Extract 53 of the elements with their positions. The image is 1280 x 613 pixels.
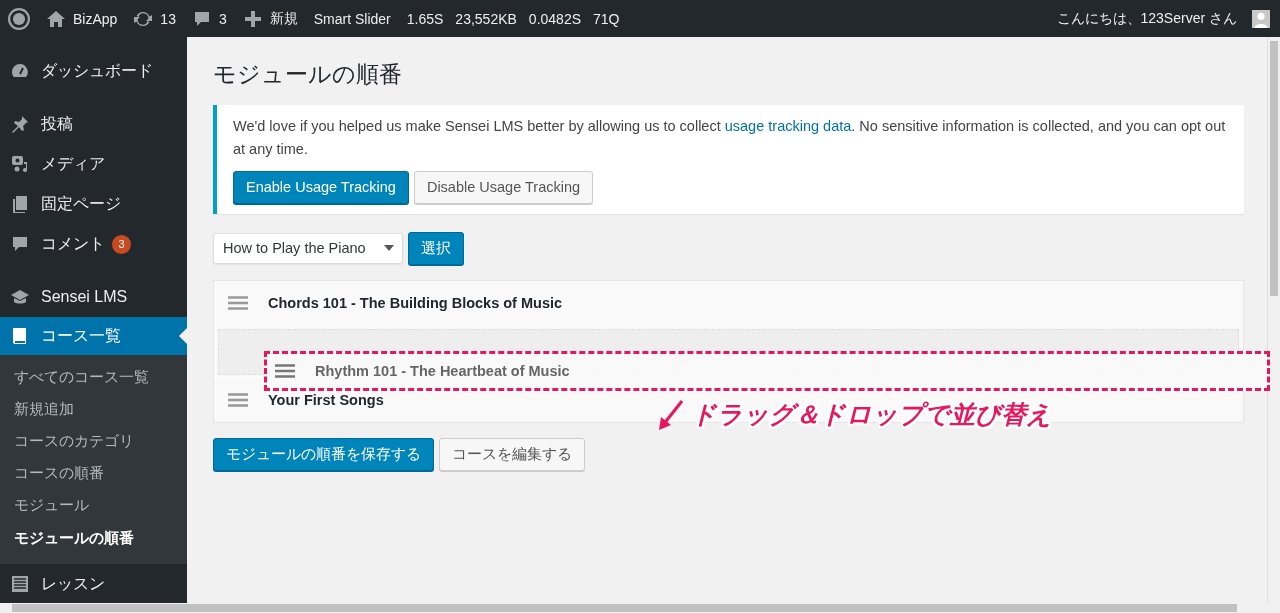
pin-icon (10, 114, 30, 134)
module-title: Chords 101 - The Building Blocks of Music (268, 294, 563, 311)
menu-item[interactable]: 新規 (242, 8, 298, 29)
arrow-icon (657, 398, 685, 431)
submenu-item[interactable]: コースのカテゴリ (0, 425, 187, 458)
plus-icon (242, 8, 263, 29)
wordpress-menu[interactable] (8, 7, 30, 30)
dragged-module-row[interactable]: Rhythm 101 - The Heartbeat of Music (264, 350, 1270, 391)
stat-text: 0.0482S (528, 10, 582, 27)
submenu-item[interactable]: モジュールの順番 (0, 521, 187, 555)
dropdown-arrow-icon (384, 245, 394, 251)
menu-item[interactable]: 固定ページ (0, 184, 187, 224)
speech-bubble-icon (10, 234, 30, 254)
drag-handle-icon[interactable] (228, 295, 248, 310)
select-button[interactable]: 選択 (408, 231, 464, 265)
menu-item[interactable]: Sensei LMS (0, 277, 187, 317)
module-title: Your First Songs (268, 391, 384, 408)
menu-item[interactable]: BizApp (46, 8, 118, 29)
menu-item[interactable]: 投稿 (0, 104, 187, 144)
module-title: Rhythm 101 - The Heartbeat of Music (315, 362, 570, 379)
list-icon (10, 574, 30, 595)
account-menu[interactable]: こんにちは、123Server さん (1056, 9, 1270, 28)
menu-item[interactable]: コメント 3 (0, 224, 187, 264)
menu-item[interactable]: 3 (191, 8, 227, 29)
stat-text: 1.65S (406, 10, 444, 27)
notice-text: We'd love if you helped us make Sensei LMS better by allowing us to collect usage tracking data. No sensitive information is collected, and you can opt out at any time. (233, 116, 1227, 159)
tracking-button[interactable]: Enable Usage Tracking (233, 170, 409, 204)
drag-handle-icon[interactable] (228, 392, 248, 407)
submenu-item[interactable]: モジュール (0, 489, 187, 522)
submenu-item[interactable]: すべてのコース一覧 (0, 361, 187, 394)
tracking-button[interactable]: Disable Usage Tracking (413, 170, 594, 204)
submenu-item[interactable]: 新規追加 (0, 393, 187, 426)
logo-icon (8, 7, 30, 30)
menu-item[interactable]: レッスン (0, 564, 187, 605)
menu-item[interactable]: ダッシュボード (0, 51, 187, 91)
menu-item[interactable]: メディア (0, 144, 187, 184)
action-button[interactable]: モジュールの順番を保存する (213, 437, 434, 471)
submenu-item[interactable]: コースの順番 (0, 457, 187, 490)
home-icon (46, 8, 66, 29)
stat-text: 71Q (593, 10, 620, 27)
action-button[interactable]: コースを編集する (439, 437, 585, 471)
annotation-text: ドラッグ＆ドロップで並び替え (691, 398, 1052, 430)
stat-text: 23,552KB (455, 10, 517, 27)
menu-item[interactable]: Smart Slider (313, 10, 391, 27)
media-icon (10, 154, 30, 174)
menu-item[interactable]: 13 (133, 8, 176, 29)
pages-icon (10, 194, 30, 214)
vertical-scrollbar[interactable] (1267, 37, 1280, 603)
drag-handle-icon[interactable] (275, 363, 295, 378)
count-badge: 3 (112, 234, 131, 254)
course-select[interactable]: How to Play the Piano (213, 232, 403, 264)
menu-item[interactable]: コース一覧 (0, 317, 187, 355)
page-title: モジュールの順番 (213, 60, 403, 89)
